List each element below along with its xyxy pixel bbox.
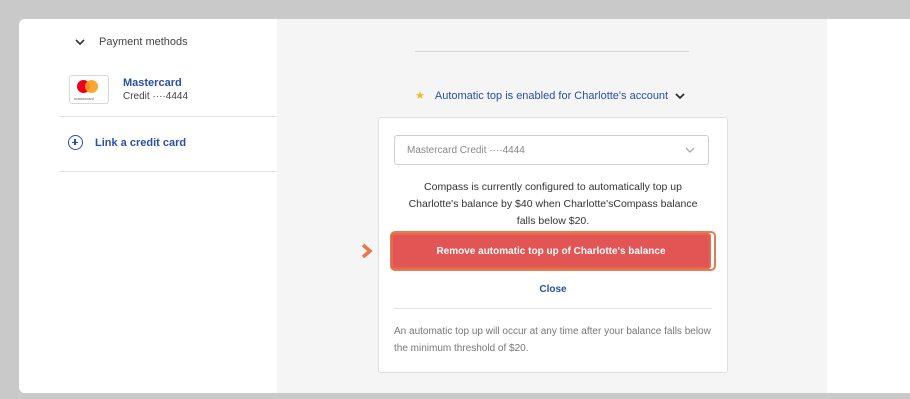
auto-topup-note: An automatic top up will occur at any ti… [394,326,711,354]
auto-topup-status-text: Automatic top is enabled for Charlotte's… [434,89,669,102]
right-margin [827,19,910,393]
auto-topup-status-toggle[interactable]: ★ Automatic top is enabled for Charlotte… [415,89,685,102]
star-icon: ★ [415,90,425,102]
card-name: Mastercard [123,77,182,89]
divider [394,308,712,309]
payment-methods-header[interactable]: Payment methods [75,36,188,48]
remove-auto-topup-label: Remove automatic top up of Charlotte's b… [436,245,666,257]
description-line: falls below $20. [516,215,590,227]
arrow-right-icon [361,243,373,259]
payment-methods-label: Payment methods [99,36,188,48]
auto-topup-description: Compass is currently configured to autom… [394,179,712,230]
link-credit-card-button[interactable]: Link a credit card [68,135,186,150]
sidebar: Payment methods mastercard Mastercard Cr… [19,19,277,393]
card-number: Credit ····4444 [123,91,189,102]
auto-topup-panel: Mastercard Credit ····4444 Compass is cu… [378,117,728,373]
chevron-down-icon [685,147,695,153]
plus-circle-icon [68,135,83,150]
app-frame: Payment methods mastercard Mastercard Cr… [19,19,910,393]
link-credit-card-label: Link a credit card [95,136,187,149]
divider [415,51,689,52]
remove-auto-topup-button[interactable]: Remove automatic top up of Charlotte's b… [391,233,711,269]
main-content: ★ Automatic top is enabled for Charlotte… [277,19,827,393]
description-line: Charlotte's balance by $40 when Charlott… [408,198,698,210]
mastercard-logo-text: mastercard [74,96,95,101]
selected-payment-method: Mastercard Credit ····4444 [407,144,525,156]
description-line: Compass is currently configured to autom… [424,181,682,193]
saved-card-mastercard[interactable]: mastercard Mastercard Credit ····4444 [69,75,188,104]
mastercard-logo-icon: mastercard [69,75,109,104]
divider [59,116,277,117]
chevron-down-icon [75,39,85,46]
chevron-down-icon [675,92,685,99]
close-link[interactable]: Close [379,284,727,295]
divider [59,171,277,172]
payment-method-select[interactable]: Mastercard Credit ····4444 [394,135,709,165]
